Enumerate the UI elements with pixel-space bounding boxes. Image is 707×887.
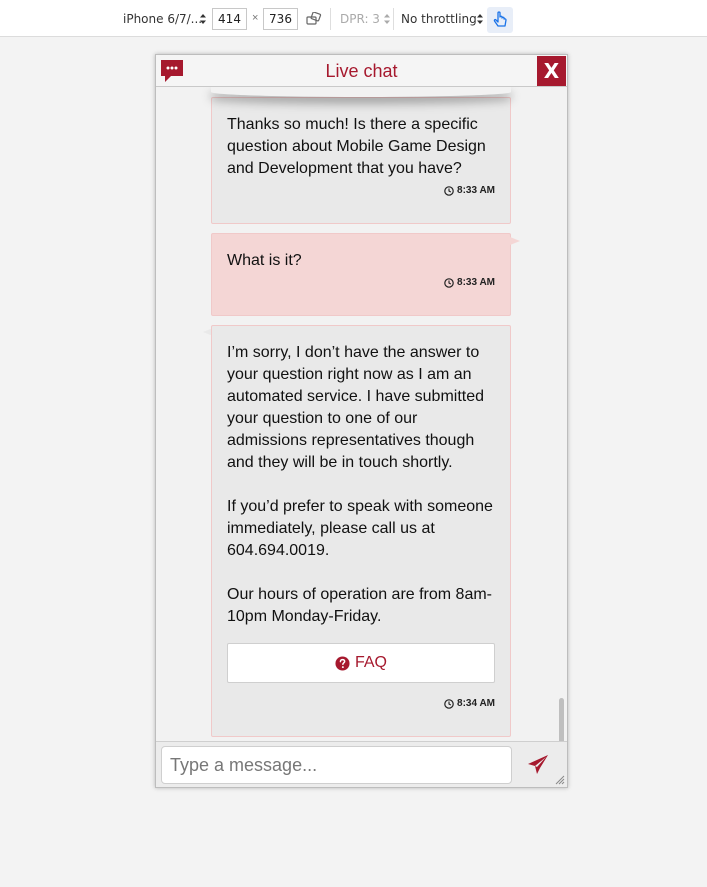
chat-header: Live chat X [156, 55, 567, 87]
timestamp-label: 8:33 AM [457, 277, 495, 288]
live-chat-window: Live chat X Thanks so much! Is there a s… [155, 54, 568, 788]
paper-plane-icon [528, 755, 548, 774]
touch-hand-icon [493, 11, 507, 27]
clock-icon [444, 278, 454, 288]
touch-toggle-button[interactable] [487, 7, 513, 33]
devtools-device-toolbar: iPhone 6/7/... 414 × 736 DPR: 3 No throt… [0, 0, 707, 37]
message-timestamp: 8:33 AM [444, 180, 495, 202]
close-button[interactable]: X [537, 56, 566, 86]
clock-icon [444, 186, 454, 196]
message-timestamp: 8:33 AM [444, 272, 495, 294]
timestamp-label: 8:33 AM [457, 185, 495, 196]
rotate-icon[interactable] [306, 11, 322, 26]
header-shadow [211, 87, 511, 97]
question-circle-icon [335, 655, 350, 671]
message-input[interactable] [161, 746, 512, 784]
device-select[interactable]: iPhone 6/7/... [123, 12, 202, 26]
message-text: What is it? [227, 252, 302, 269]
faq-button[interactable]: FAQ [227, 643, 495, 683]
message-text: Thanks so much! Is there a specific ques… [227, 116, 491, 177]
viewport-width-input[interactable]: 414 [212, 8, 247, 30]
resize-grip-icon[interactable] [555, 775, 565, 785]
clock-icon [444, 699, 454, 709]
bot-message: Thanks so much! Is there a specific ques… [211, 97, 511, 224]
faq-label: FAQ [354, 654, 387, 671]
bot-message: I’m sorry, I don’t have the answer to yo… [211, 325, 511, 737]
throttling-select[interactable]: No throttling [401, 12, 477, 26]
message-timestamp: 8:34 AM [444, 693, 495, 715]
toolbar-divider [330, 8, 331, 30]
user-bubble-tail [510, 237, 520, 245]
select-arrows-icon [477, 13, 483, 25]
dimension-separator: × [252, 12, 259, 24]
chat-title: Live chat [325, 61, 398, 81]
timestamp-label: 8:34 AM [457, 698, 495, 709]
select-arrows-icon [384, 13, 390, 25]
scrollbar-thumb[interactable] [559, 698, 564, 741]
toolbar-divider [393, 8, 394, 30]
select-arrows-icon [200, 13, 206, 25]
message-list: Thanks so much! Is there a specific ques… [156, 88, 567, 741]
message-composer [156, 741, 567, 787]
message-text: I’m sorry, I don’t have the answer to yo… [227, 344, 493, 625]
send-button[interactable] [526, 753, 550, 777]
dpr-select[interactable]: DPR: 3 [340, 12, 380, 26]
user-message: What is it? 8:33 AM [211, 233, 511, 316]
viewport-height-input[interactable]: 736 [263, 8, 298, 30]
